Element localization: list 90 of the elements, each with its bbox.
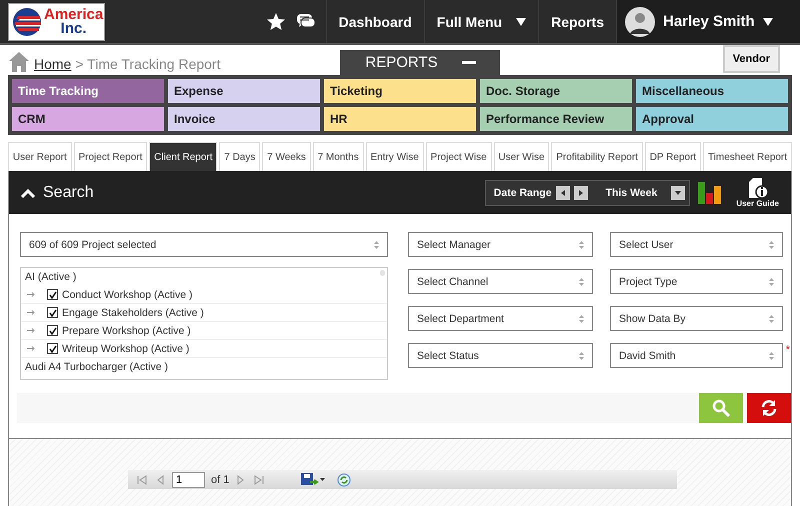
report-tab[interactable]: Profitability Report xyxy=(551,142,643,171)
star-icon[interactable] xyxy=(266,12,286,32)
vendor-button[interactable]: Vendor xyxy=(722,45,780,73)
breadcrumb-link[interactable]: Home xyxy=(34,56,72,72)
sort-arrows-icon xyxy=(579,352,584,360)
report-tab[interactable]: Client Report xyxy=(149,142,218,171)
arrow-icon xyxy=(27,292,35,297)
filter-select[interactable]: Show Data By xyxy=(610,306,783,331)
report-tab[interactable]: 7 Days xyxy=(219,142,260,171)
report-tab[interactable]: DP Report xyxy=(644,142,702,171)
checkbox[interactable] xyxy=(47,343,58,354)
sort-arrows-icon xyxy=(769,240,774,248)
document-info-icon xyxy=(748,177,768,199)
sort-arrows-icon xyxy=(579,278,584,286)
date-range-label: Date Range xyxy=(494,186,552,198)
logo-text: Inc. xyxy=(60,22,87,36)
search-title: Search xyxy=(43,184,94,202)
sort-arrows-icon xyxy=(769,352,774,360)
report-tab[interactable]: Timesheet Report xyxy=(703,142,792,171)
sort-arrows-icon xyxy=(579,240,584,248)
next-button[interactable] xyxy=(574,186,588,200)
category-button[interactable]: HR xyxy=(324,107,476,131)
chevron-up-icon[interactable] xyxy=(21,188,35,198)
category-button[interactable]: CRM xyxy=(12,107,164,131)
task-label[interactable]: Writeup Workshop (Active ) xyxy=(62,342,190,354)
checkbox[interactable] xyxy=(47,307,58,318)
category-button[interactable]: Ticketing xyxy=(324,79,476,103)
arrow-icon xyxy=(27,310,35,315)
previous-button[interactable] xyxy=(556,186,570,200)
reset-button[interactable] xyxy=(747,393,791,423)
period-label: This Week xyxy=(606,186,658,198)
scrollbar-thumb[interactable] xyxy=(380,270,385,276)
required-mark: * xyxy=(786,344,790,356)
project-group[interactable]: Audi A4 Turbocharger (Active ) xyxy=(21,358,387,376)
globe-icon xyxy=(12,6,42,36)
avatar xyxy=(625,6,655,36)
breadcrumb-text: > Time Tracking Report xyxy=(75,56,220,72)
left-arrow-icon xyxy=(560,190,566,196)
bar-chart-icon[interactable] xyxy=(698,182,722,204)
user-guide-button[interactable]: User Guide xyxy=(736,177,779,208)
report-tab[interactable]: 7 Months xyxy=(312,142,364,171)
filter-select[interactable]: Select User xyxy=(610,232,783,257)
category-button[interactable]: Expense xyxy=(168,79,320,103)
right-arrow-icon xyxy=(578,190,584,196)
nav-item[interactable]: Full Menu xyxy=(424,0,540,43)
reports-tab[interactable]: REPORTS xyxy=(340,50,500,75)
arrow-icon xyxy=(27,328,35,333)
filter-select[interactable]: Select Channel xyxy=(408,269,593,294)
task-label[interactable]: Prepare Workshop (Active ) xyxy=(62,324,191,336)
report-tab[interactable]: Project Report xyxy=(74,142,148,171)
filter-select[interactable]: Select Department xyxy=(408,306,593,331)
filter-select[interactable]: Project Type xyxy=(610,269,783,294)
category-button[interactable]: Time Tracking xyxy=(12,79,164,103)
sort-arrows-icon xyxy=(769,278,774,286)
sort-arrows-icon xyxy=(374,240,379,248)
report-tab[interactable]: 7 Weeks xyxy=(262,142,311,171)
home-icon[interactable] xyxy=(8,51,30,73)
project-select[interactable]: 609 of 609 Project selected xyxy=(20,232,388,257)
task-label[interactable]: Engage Stakeholders (Active ) xyxy=(62,306,204,318)
refresh-icon xyxy=(760,399,778,417)
page-input[interactable]: 1 xyxy=(172,472,205,488)
report-tab[interactable]: Project Wise xyxy=(426,142,492,171)
checkbox[interactable] xyxy=(47,289,58,300)
logo[interactable]: America Inc. xyxy=(8,2,105,40)
arrow-icon xyxy=(27,346,35,351)
logo-text: America xyxy=(44,8,104,22)
checkbox[interactable] xyxy=(47,325,58,336)
save-icon[interactable] xyxy=(301,472,326,486)
user-menu[interactable]: Harley Smith xyxy=(617,0,800,43)
project-group[interactable]: AI (Active ) xyxy=(21,268,387,286)
task-label[interactable]: Conduct Workshop (Active ) xyxy=(62,288,193,300)
category-button[interactable]: Approval xyxy=(636,107,788,131)
category-button[interactable]: Performance Review xyxy=(480,107,632,131)
category-button[interactable]: Miscellaneous xyxy=(636,79,788,103)
sort-arrows-icon xyxy=(769,314,774,322)
search-icon xyxy=(712,399,730,417)
dropdown-button[interactable] xyxy=(671,186,686,200)
refresh-icon[interactable] xyxy=(337,472,352,486)
nav-item[interactable]: Dashboard xyxy=(326,0,425,43)
filter-select[interactable]: Select Manager xyxy=(408,232,593,257)
category-button[interactable]: Invoice xyxy=(168,107,320,131)
page-count: of 1 xyxy=(211,474,230,486)
report-tab[interactable]: Entry Wise xyxy=(366,142,424,171)
caret-icon xyxy=(675,190,682,196)
collapse-icon[interactable] xyxy=(462,61,476,64)
report-tab[interactable]: User Report xyxy=(8,142,72,171)
category-button[interactable]: Doc. Storage xyxy=(480,79,632,103)
sort-arrows-icon xyxy=(579,314,584,322)
report-tab[interactable]: User Wise xyxy=(494,142,550,171)
filter-select[interactable]: Select Status xyxy=(408,343,593,368)
